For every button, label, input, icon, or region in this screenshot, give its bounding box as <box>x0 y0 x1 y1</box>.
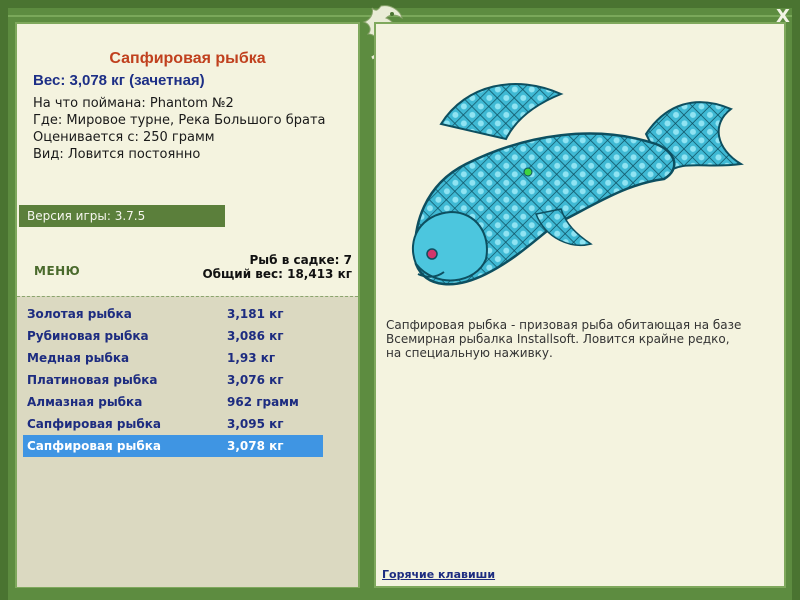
list-item[interactable]: Рубиновая рыбка 3,086 кг <box>23 325 323 347</box>
fish-name: Алмазная рыбка <box>27 395 143 409</box>
caught-with-text: На что поймана: Phantom №2 <box>33 96 234 111</box>
fish-name: Сапфировая рыбка <box>27 417 161 431</box>
fish-weight-value: 3,095 кг <box>227 417 284 431</box>
menu-button[interactable]: МЕНЮ <box>34 264 80 278</box>
fish-name: Рубиновая рыбка <box>27 329 149 343</box>
fish-weight: Вес: 3,078 кг (зачетная) <box>33 72 205 89</box>
list-item[interactable]: Алмазная рыбка 962 грамм <box>23 391 323 413</box>
list-item-selected[interactable]: Сапфировая рыбка 3,078 кг <box>23 435 323 457</box>
fish-weight-value: 3,181 кг <box>227 307 284 321</box>
fish-weight-value: 962 грамм <box>227 395 299 409</box>
version-bar: Версия игры: 3.7.5 <box>19 205 225 227</box>
fish-name: Платиновая рыбка <box>27 373 158 387</box>
sapphire-fish-image <box>411 83 744 286</box>
location-text: Где: Мировое турне, Река Большого брата <box>33 113 326 128</box>
fish-title: Сапфировая рыбка <box>109 50 266 67</box>
right-panel: Сапфировая рыбка - призовая рыба обитающ… <box>374 22 786 588</box>
fish-list: Золотая рыбка 3,181 кг Рубиновая рыбка 3… <box>17 296 358 587</box>
fish-weight-value: 3,076 кг <box>227 373 284 387</box>
fish-description: Сапфировая рыбка - призовая рыба обитающ… <box>386 318 742 360</box>
left-panel: Сапфировая рыбка Вес: 3,078 кг (зачетная… <box>15 22 360 588</box>
list-item[interactable]: Сапфировая рыбка 3,095 кг <box>23 413 323 435</box>
catch-stats: Рыб в садке: 7 Общий вес: 18,413 кг <box>202 253 352 281</box>
list-item[interactable]: Медная рыбка 1,93 кг <box>23 347 323 369</box>
hotkeys-link[interactable]: Горячие клавиши <box>382 568 495 581</box>
total-weight: Общий вес: 18,413 кг <box>202 267 352 281</box>
list-item[interactable]: Золотая рыбка 3,181 кг <box>23 303 323 325</box>
fish-name: Медная рыбка <box>27 351 130 365</box>
fish-weight-value: 3,078 кг <box>227 439 284 453</box>
fish-name: Золотая рыбка <box>27 307 132 321</box>
valued-from-text: Оценивается с: 250 грамм <box>33 130 215 145</box>
fish-count: Рыб в садке: 7 <box>249 253 353 267</box>
fish-weight-value: 3,086 кг <box>227 329 284 343</box>
fish-weight-value: 1,93 кг <box>227 351 276 365</box>
fish-name: Сапфировая рыбка <box>27 439 161 453</box>
kind-text: Вид: Ловится постоянно <box>33 147 201 162</box>
list-item[interactable]: Платиновая рыбка 3,076 кг <box>23 369 323 391</box>
